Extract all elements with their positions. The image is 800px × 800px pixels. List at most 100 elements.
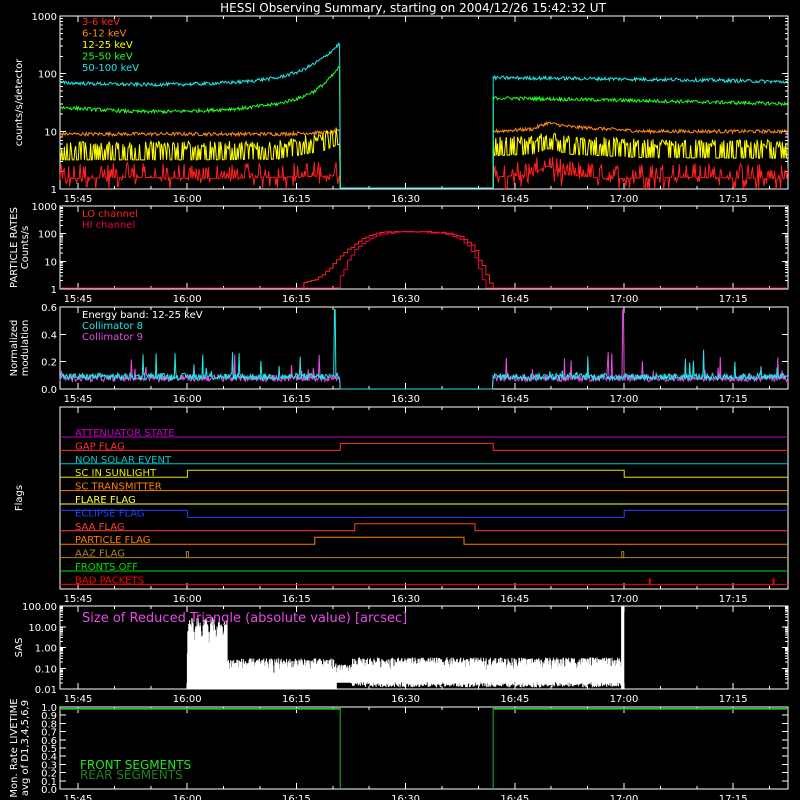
sas-xtick-label-1: 16:00: [173, 694, 202, 705]
livetime-ylabel: avg of D1,3,4,5,6,9: [20, 700, 31, 796]
sas-ytick-label-3: 10.00: [28, 623, 57, 634]
particle-rates-xtick-label-3: 16:30: [391, 294, 420, 305]
modulation-xtick-label-5: 17:00: [610, 394, 639, 405]
particle-rates-ytick-label-2: 100: [38, 230, 57, 241]
sas-panel: 15:45 16:00 16:15 16:30 16:45 17:00 17:15 SAS 0.…: [14, 602, 789, 705]
flags-xtick-label-5: 17:00: [610, 594, 639, 605]
particle-rates-ytick-label-0: 1: [51, 285, 57, 296]
count-rates-panel: 15:45 16:00 16:15 16:30 16:45 17:00 17:15 count…: [14, 12, 789, 205]
livetime-xtick-label-1: 16:00: [173, 794, 202, 800]
modulation-xtick-label-4: 16:45: [500, 394, 529, 405]
flags-xtick-label-2: 16:15: [282, 594, 311, 605]
flags-flag-line-8: [60, 536, 788, 545]
modulation-legend-1: Collimator 9: [82, 332, 143, 343]
modulation-xtick-label-0: 15:45: [64, 394, 93, 405]
count-rates-ylabel: counts/s/detector: [14, 58, 25, 146]
sas-xtick-label-4: 16:45: [500, 694, 529, 705]
modulation-xtick-label-3: 16:30: [391, 394, 420, 405]
modulation-legend-0: Collimator 8: [82, 321, 143, 332]
count-rates-legend-4: 50-100 keV: [82, 63, 139, 74]
count-rates-legend-1: 6-12 keV: [82, 29, 126, 40]
particle-rates-xtick-label-6: 17:15: [719, 294, 748, 305]
count-rates-legend-0: 3-6 keV: [82, 17, 120, 28]
particle-rates-ytick-label-3: 1000: [32, 202, 57, 213]
count-rates-xtick-label-0: 15:45: [64, 194, 93, 205]
modulation-xtick-label-2: 16:15: [282, 394, 311, 405]
modulation-xtick-label-6: 17:15: [719, 394, 748, 405]
particle-rates-panel: 15:45 16:00 16:15 16:30 16:45 17:00 17:15 PARTI…: [9, 202, 789, 305]
flags-panel: 15:45 16:00 16:15 16:30 16:45 17:00 17:15 Flags…: [14, 406, 789, 605]
particle-rates-ytick-label-1: 10: [44, 257, 57, 268]
livetime-legend-1: REAR SEGMENTS: [80, 768, 183, 782]
modulation-ytick-label-1: 0.2: [41, 358, 57, 369]
livetime-ylabel: Mon. Rate LIVETIME: [9, 698, 20, 797]
flags-flag-line-7: [60, 523, 788, 532]
count-rates-ytick-label-1: 10: [44, 127, 57, 138]
panels: 15:45 16:00 16:15 16:30 16:45 17:00 17:15 count…: [9, 12, 789, 800]
flags-flag-line-3: [60, 469, 788, 478]
flags-flag-label-2: NON SOLAR EVENT: [75, 455, 172, 466]
observing-summary-chart: HESSI Observing Summary, starting on 200…: [9, 1, 789, 800]
particle-rates-ylabel: PARTICLE RATES: [9, 207, 20, 288]
modulation-ytick-label-3: 0.6: [41, 303, 57, 314]
modulation-panel: 15:45 16:00 16:15 16:30 16:45 17:00 17:15 Norma…: [9, 303, 789, 405]
particle-rates-legend-1: HI channel: [82, 220, 135, 231]
particle-rates-xtick-label-5: 17:00: [610, 294, 639, 305]
count-rates-legend-2: 12-25 keV: [82, 40, 133, 51]
particle-rates-xtick-label-0: 15:45: [64, 294, 93, 305]
count-rates-legend-3: 25-50 keV: [82, 52, 133, 63]
count-rates-series-0: [59, 156, 789, 191]
count-rates-xtick-label-2: 16:15: [282, 194, 311, 205]
sas-ytick-label-4: 100.00: [22, 602, 57, 613]
count-rates-ytick-label-2: 100: [38, 70, 57, 81]
sas-ylabel: SAS: [14, 638, 25, 658]
flags-flag-label-0: ATTENUATOR STATE: [75, 428, 175, 439]
flags-xtick-label-1: 16:00: [173, 594, 202, 605]
count-rates-xtick-label-4: 16:45: [500, 194, 529, 205]
livetime-xtick-label-6: 17:15: [719, 794, 748, 800]
count-rates-xtick-label-6: 17:15: [719, 194, 748, 205]
flags-flag-line-6: [60, 509, 788, 518]
flags-flag-label-8: PARTICLE FLAG: [75, 535, 151, 546]
count-rates-ytick-label-0: 1: [51, 185, 57, 196]
flags-xtick-label-4: 16:45: [500, 594, 529, 605]
modulation-xtick-label-1: 16:00: [173, 394, 202, 405]
sas-xtick-label-0: 15:45: [64, 694, 93, 705]
modulation-ylabel: modulation: [20, 320, 31, 377]
particle-rates-xtick-label-4: 16:45: [500, 294, 529, 305]
flags-aaz-spike-0: [185, 551, 189, 559]
sas-xtick-label-5: 17:00: [610, 694, 639, 705]
modulation-annotation: Energy band: 12-25 keV: [82, 310, 203, 321]
count-rates-xtick-label-3: 16:30: [391, 194, 420, 205]
livetime-panel: 15:45 16:00 16:15 16:30 16:45 17:00 17:15 Mon. …: [9, 698, 789, 800]
livetime-xtick-label-4: 16:45: [500, 794, 529, 800]
particle-rates-series-0: [60, 230, 788, 289]
livetime-ytick-label-10: 1.0: [41, 703, 57, 714]
sas-annotation: Size of Reduced Triangle (absolute value…: [82, 611, 407, 626]
modulation-ylabel: Normalized: [9, 320, 20, 377]
flags-aaz-spike-1: [621, 551, 625, 559]
livetime-xtick-label-3: 16:30: [391, 794, 420, 800]
livetime-xtick-label-0: 15:45: [64, 794, 93, 800]
flags-flag-label-4: SC TRANSMITTER: [75, 482, 162, 493]
flags-flag-label-11: BAD PACKETS: [75, 575, 144, 586]
livetime-xtick-label-2: 16:15: [282, 794, 311, 800]
count-rates-ytick-label-3: 1000: [32, 12, 57, 23]
flags-flag-label-1: GAP FLAG: [75, 441, 125, 452]
particle-rates-ylabel: Counts/s: [20, 226, 31, 270]
flags-flag-line-1: [60, 442, 788, 451]
flags-flag-label-9: AAZ FLAG: [75, 549, 125, 560]
flags-flag-label-5: FLARE FLAG: [75, 495, 136, 506]
livetime-xtick-label-5: 17:00: [610, 794, 639, 800]
sas-ytick-label-2: 1.00: [35, 644, 57, 655]
particle-rates-xtick-label-1: 16:00: [173, 294, 202, 305]
sas-xtick-label-2: 16:15: [282, 694, 311, 705]
chart-title: HESSI Observing Summary, starting on 200…: [220, 1, 606, 15]
modulation-ytick-label-0: 0.0: [41, 385, 57, 396]
flags-ylabel: Flags: [14, 485, 25, 511]
flags-xtick-label-3: 16:30: [391, 594, 420, 605]
flags-flag-label-7: SAA FLAG: [75, 522, 125, 533]
flags-flag-label-10: FRONTS OFF: [75, 562, 138, 573]
particle-rates-xtick-label-2: 16:15: [282, 294, 311, 305]
sas-ytick-label-1: 0.10: [35, 664, 57, 675]
